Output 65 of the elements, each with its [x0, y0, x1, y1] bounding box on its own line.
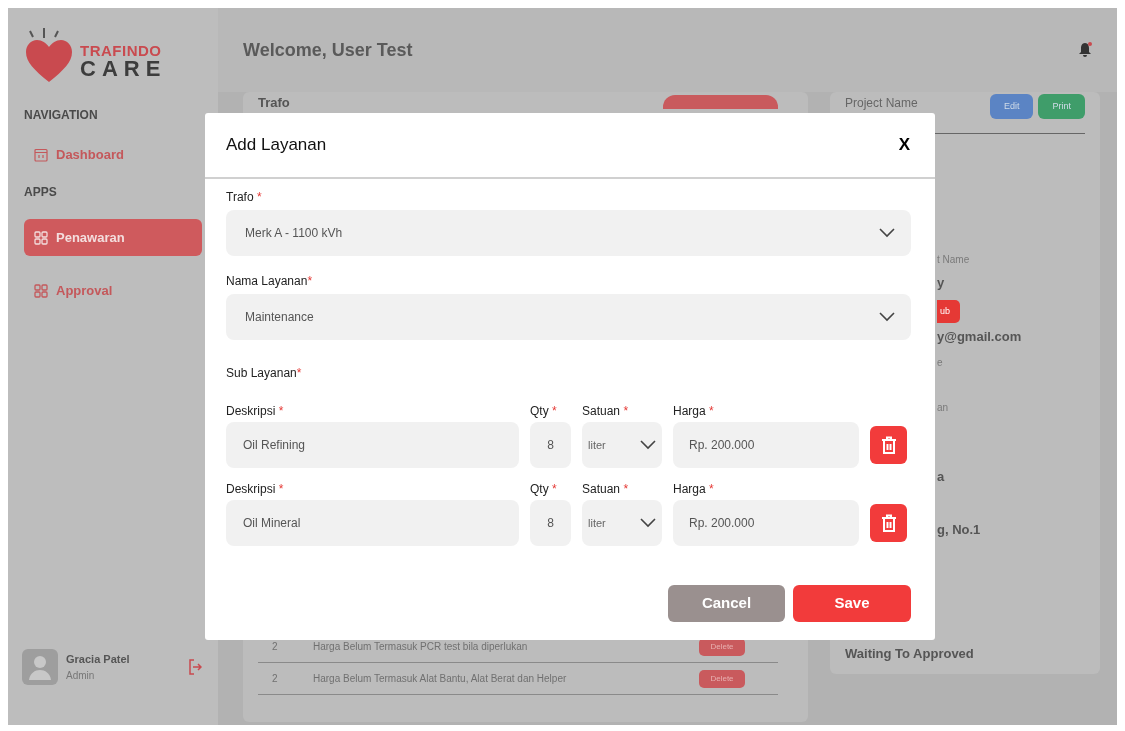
logo-text: CARE	[80, 58, 167, 80]
status-badge: ub	[937, 299, 960, 323]
logo-text: TRAFINDO	[80, 43, 163, 58]
grid-icon	[34, 230, 48, 245]
save-button[interactable]: Save	[793, 585, 911, 622]
trash-icon	[880, 435, 897, 455]
field-value: a	[937, 467, 945, 486]
status-text: Waiting To Approved	[845, 644, 974, 663]
chevron-down-icon	[879, 312, 895, 322]
section-heading: NAVIGATION	[23, 107, 99, 124]
table-cell-text: Harga Belum Termasuk Alat Bantu, Alat Berat dan Helper	[313, 672, 568, 686]
field-label: t Name	[937, 253, 970, 267]
dropdown[interactable]: liter	[582, 422, 662, 468]
card-title: Trafo	[258, 95, 290, 110]
field-value: y	[937, 274, 945, 292]
table-cell-text: Harga Belum Termasuk PCR test bila diperlukan	[313, 640, 529, 654]
calendar-icon	[34, 147, 48, 162]
field-value: g, No.1	[937, 521, 981, 539]
field-label: Qty *	[530, 481, 558, 498]
sidebar-item[interactable]: Penawaran	[24, 219, 202, 256]
price-field[interactable]: Rp. 200.000	[673, 422, 859, 468]
section-heading: APPS	[23, 184, 58, 201]
grid-icon	[34, 283, 48, 298]
field-label: Trafo *	[226, 189, 263, 206]
notification-bell-icon[interactable]	[1078, 42, 1092, 58]
price-field[interactable]: Rp. 200.000	[673, 500, 859, 546]
table-cell-text: 2	[271, 640, 279, 654]
dropdown[interactable]: liter	[582, 500, 662, 546]
field-label: Qty *	[530, 403, 558, 420]
field-label: Satuan *	[582, 481, 630, 498]
field-label: Sub Layanan*	[226, 365, 303, 382]
chevron-down-icon	[640, 518, 656, 528]
field-label: an	[937, 400, 949, 415]
chevron-down-icon	[879, 228, 895, 238]
avatar-icon	[22, 649, 58, 685]
field-value: y@gmail.com	[937, 328, 1022, 346]
edit-button[interactable]: Edit	[989, 94, 1034, 119]
field-label: e	[937, 355, 943, 370]
card-title: Project Name	[845, 95, 918, 112]
table-cell-text: 2	[271, 672, 279, 686]
delete-button[interactable]	[870, 504, 907, 542]
user-role: Admin	[66, 668, 96, 683]
text-field[interactable]: Oil Mineral	[226, 500, 519, 546]
chevron-down-icon	[640, 440, 656, 450]
field-label: Harga *	[673, 403, 715, 420]
add-button[interactable]	[663, 95, 778, 109]
delete-button[interactable]	[870, 426, 907, 464]
logout-icon[interactable]	[188, 659, 202, 675]
user-name: Gracia Patel	[66, 652, 131, 668]
text-field[interactable]: Oil Refining	[226, 422, 519, 468]
cancel-button[interactable]: Cancel	[668, 585, 785, 622]
close-button[interactable]: X	[898, 132, 910, 158]
trash-icon	[880, 513, 897, 533]
dialog-title: Add Layanan	[226, 134, 327, 157]
field-label: Harga *	[673, 481, 715, 498]
page-title: Welcome, User Test	[243, 38, 413, 62]
qty-field[interactable]: 8	[530, 422, 571, 468]
dropdown[interactable]: Maintenance	[226, 294, 911, 340]
dropdown[interactable]: Merk A - 1100 kVh	[226, 210, 911, 256]
field-label: Nama Layanan*	[226, 273, 314, 290]
heart-logo-icon	[24, 28, 74, 84]
field-label: Satuan *	[582, 403, 630, 420]
field-label: Deskripsi *	[226, 403, 285, 420]
field-label: Deskripsi *	[226, 481, 285, 498]
qty-field[interactable]: 8	[530, 500, 571, 546]
